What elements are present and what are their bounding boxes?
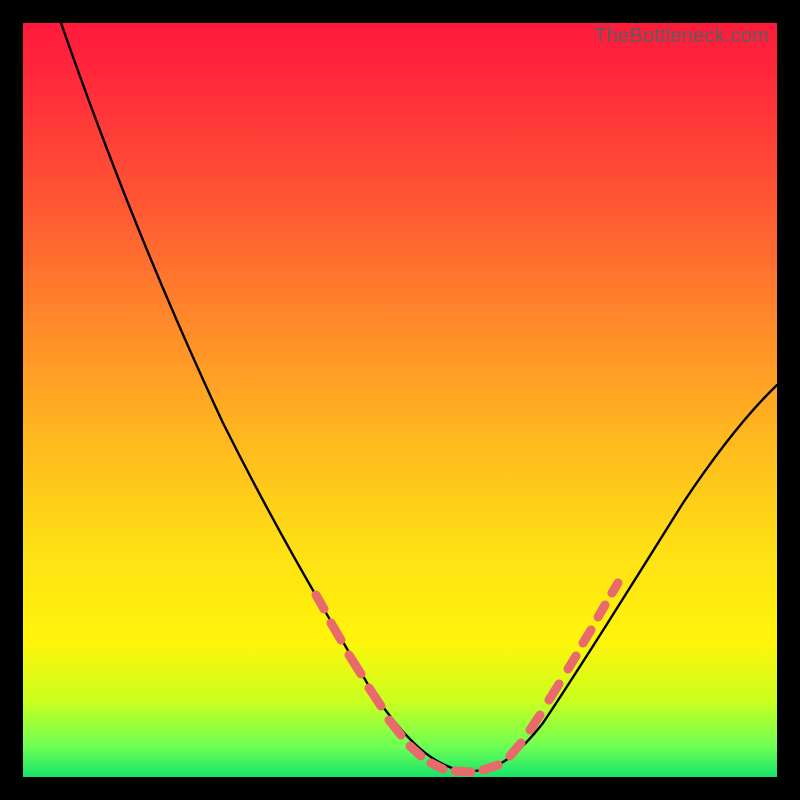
bottleneck-curve bbox=[61, 23, 777, 771]
dash-seg bbox=[369, 688, 381, 706]
dash-seg bbox=[331, 623, 341, 640]
chart-frame: TheBottleneck.com bbox=[0, 0, 800, 800]
dash-seg bbox=[568, 656, 576, 669]
dash-seg bbox=[549, 684, 559, 700]
plot-area: TheBottleneck.com bbox=[23, 23, 777, 777]
dash-seg bbox=[583, 630, 591, 643]
dash-seg bbox=[349, 655, 361, 674]
dash-seg bbox=[612, 583, 618, 593]
dash-seg bbox=[510, 743, 521, 756]
dash-seg bbox=[483, 765, 498, 770]
dash-seg bbox=[598, 605, 605, 617]
dash-seg bbox=[455, 771, 471, 772]
curve-layer bbox=[23, 23, 777, 777]
dash-seg bbox=[316, 595, 324, 609]
dash-seg bbox=[389, 720, 401, 735]
dash-seg bbox=[431, 763, 443, 769]
